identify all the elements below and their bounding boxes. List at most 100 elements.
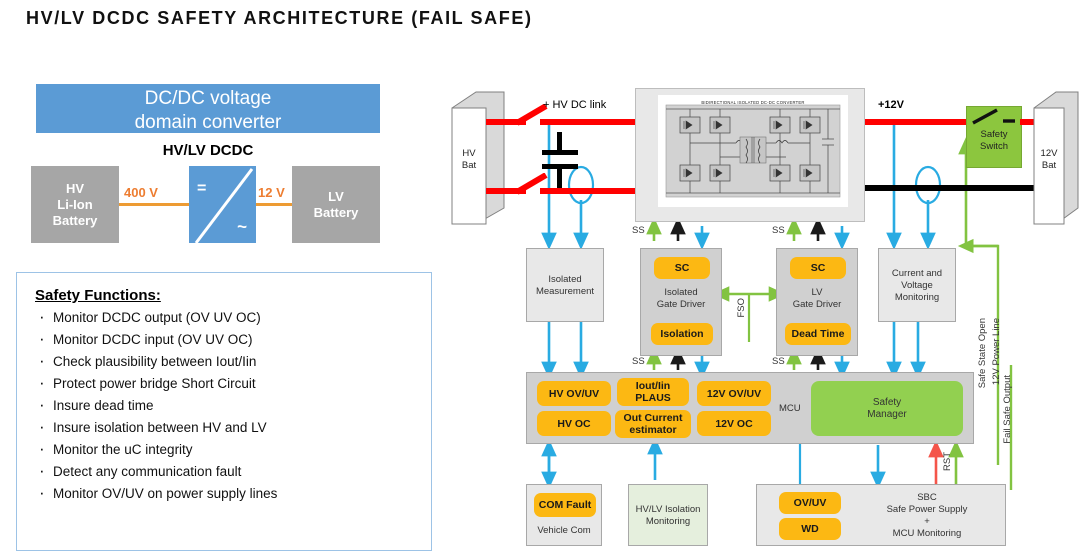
cv-monitoring-line2: Voltage (901, 280, 933, 291)
dc-symbol: = (197, 180, 207, 197)
label-rst: RST (942, 452, 953, 471)
hv-dc-link-plus-rail (540, 119, 635, 125)
label-ss-1: SS (632, 225, 645, 236)
list-item: Check plausibility between Iout/Iin (39, 351, 431, 371)
mcu-block: HV OV/UV HV OC Iout/Iin PLAUS Out Curren… (526, 372, 974, 444)
safety-manager-line1: Safety (872, 396, 902, 408)
schematic-title: BIDIRECTIONAL ISOLATED DC-DC CONVERTER (701, 100, 805, 105)
pill-out-current-line1: Out Current (623, 412, 683, 424)
lv-battery-label-line1: 12V (1040, 148, 1058, 159)
architecture-diagram: HV Bat + HV DC link BIDIRECTIONAL ISOLAT… (450, 80, 1080, 551)
sbc-line2: Safe Power Supply (886, 504, 968, 515)
hv-battery-3d: HV Bat (450, 90, 506, 245)
label-ss-2: SS (772, 225, 785, 236)
sbc-block: OV/UV WD SBC Safe Power Supply + MCU Mon… (756, 484, 1006, 546)
cv-monitoring-line1: Current and (891, 268, 943, 279)
pill-hv-ovuv: HV OV/UV (537, 381, 611, 406)
isolated-measurement-block: Isolated Measurement (526, 248, 604, 322)
pill-isolation: Isolation (651, 323, 713, 345)
isolated-gate-driver-line2: Gate Driver (656, 299, 706, 310)
label-fso: FSO (736, 298, 747, 318)
lv-return-rail (865, 185, 1050, 191)
label-fail-safe-output: Fail Safe Output (1002, 375, 1013, 444)
hv-dc-link-minus-rail (540, 188, 635, 194)
list-item: Insure isolation between HV and LV (39, 417, 431, 437)
safety-functions-heading: Safety Functions: (35, 287, 161, 304)
label-ss-3: SS (632, 356, 645, 367)
list-item: Protect power bridge Short Circuit (39, 373, 431, 393)
pill-iout-iin-line2: PLAUS (635, 392, 671, 404)
pill-sc-isolated: SC (654, 257, 710, 279)
dcdc-converter-power-stage: BIDIRECTIONAL ISOLATED DC-DC CONVERTER (635, 88, 865, 222)
dcdc-converter-banner: DC/DC voltage domain converter (36, 84, 380, 133)
isolation-monitoring-line1: HV/LV Isolation (635, 504, 701, 515)
isolation-monitoring-line2: Monitoring (645, 516, 691, 527)
page-title: HV/LV DCDC SAFETY ARCHITECTURE (FAIL SAF… (26, 8, 533, 28)
lv-gate-driver-line1: LV (811, 287, 823, 298)
converter-schematic: BIDIRECTIONAL ISOLATED DC-DC CONVERTER (658, 95, 848, 207)
safety-functions-list: Monitor DCDC output (OV UV OC) Monitor D… (17, 307, 431, 503)
banner-line-1: DC/DC voltage (144, 88, 272, 109)
lv-battery-3d: 12V Bat (1032, 90, 1080, 245)
label-12v-power-line: 12V Power Line (991, 318, 1002, 386)
schematic-drawing (665, 104, 841, 198)
dcdc-converter-symbol: = ~ (189, 166, 256, 243)
cv-monitoring-line3: Monitoring (894, 292, 940, 303)
list-item: Insure dead time (39, 395, 431, 415)
isolated-measurement-line1: Isolated (548, 274, 582, 285)
list-item: Monitor OV/UV on power supply lines (39, 483, 431, 503)
pill-dead-time: Dead Time (785, 323, 851, 345)
list-item: Detect any communication fault (39, 461, 431, 481)
lv-battery-line-2: Battery (313, 204, 359, 220)
pill-iout-iin-plaus: Iout/Iin PLAUS (617, 378, 689, 406)
isolated-measurement-line2: Measurement (535, 286, 595, 297)
hv-battery-label-line2: Bat (461, 160, 477, 171)
lv-rail-label: +12V (878, 99, 904, 111)
lv-gate-driver-line2: Gate Driver (792, 299, 842, 310)
hv-dc-link-label: + HV DC link (543, 99, 607, 111)
sbc-line3: + (924, 516, 930, 527)
list-item: Monitor DCDC output (OV UV OC) (39, 307, 431, 327)
safety-functions-panel: Safety Functions: Monitor DCDC output (O… (16, 272, 432, 551)
lv-gate-driver-block: SC LV Gate Driver Dead Time (776, 248, 858, 356)
pill-com-fault: COM Fault (534, 493, 596, 517)
hv-battery-line-2: Li-Ion (57, 196, 93, 212)
safety-manager-line2: Manager (867, 408, 907, 420)
hv-battery-line-1: HV (65, 180, 85, 196)
list-item: Monitor DCDC input (OV UV OC) (39, 329, 431, 349)
sbc-line4: MCU Monitoring (892, 528, 962, 539)
pill-out-current-estimator: Out Current estimator (615, 410, 691, 438)
mcu-label: MCU (779, 403, 801, 414)
hv-lv-isolation-monitoring-block: HV/LV Isolation Monitoring (628, 484, 708, 546)
pill-sc-lv: SC (790, 257, 846, 279)
pill-out-current-line2: estimator (629, 424, 677, 436)
hv-battery-label-line1: HV (462, 148, 476, 159)
list-item: Monitor the uC integrity (39, 439, 431, 459)
pill-12v-ovuv: 12V OV/UV (697, 381, 771, 406)
safety-manager-block: Safety Manager (811, 381, 963, 436)
hv-liion-battery-block: HV Li-Ion Battery (31, 166, 119, 243)
lv-battery-line-1: LV (328, 188, 344, 204)
lv-wire-12v (256, 203, 292, 206)
ac-symbol: ~ (237, 217, 247, 236)
isolated-gate-driver-line1: Isolated (664, 287, 698, 298)
lv-rail-12v (865, 119, 968, 125)
isolated-gate-driver-block: SC Isolated Gate Driver Isolation (640, 248, 722, 356)
hvlv-dcdc-title: HV/LV DCDC (162, 142, 254, 159)
lv-battery-label-line2: Bat (1041, 160, 1057, 171)
vehicle-com-block: COM Fault Vehicle Com (526, 484, 602, 546)
safety-switch-block: Safety Switch (966, 106, 1022, 168)
pill-hv-oc: HV OC (537, 411, 611, 436)
pill-wd: WD (779, 518, 841, 540)
sbc-line1: SBC (917, 492, 937, 503)
label-safe-state-open: Safe State Open (977, 318, 988, 389)
pill-iout-iin-line1: Iout/Iin (635, 380, 671, 392)
safety-switch-line1: Safety (980, 129, 1008, 140)
voltage-label-12v: 12 V (258, 185, 285, 200)
hv-battery-line-3: Battery (52, 212, 98, 228)
lv-battery-block: LV Battery (292, 166, 380, 243)
current-voltage-monitoring-block: Current and Voltage Monitoring (878, 248, 956, 322)
safety-switch-line2: Switch (980, 141, 1008, 152)
switch-icon (972, 108, 1015, 125)
voltage-label-400v: 400 V (124, 185, 158, 200)
